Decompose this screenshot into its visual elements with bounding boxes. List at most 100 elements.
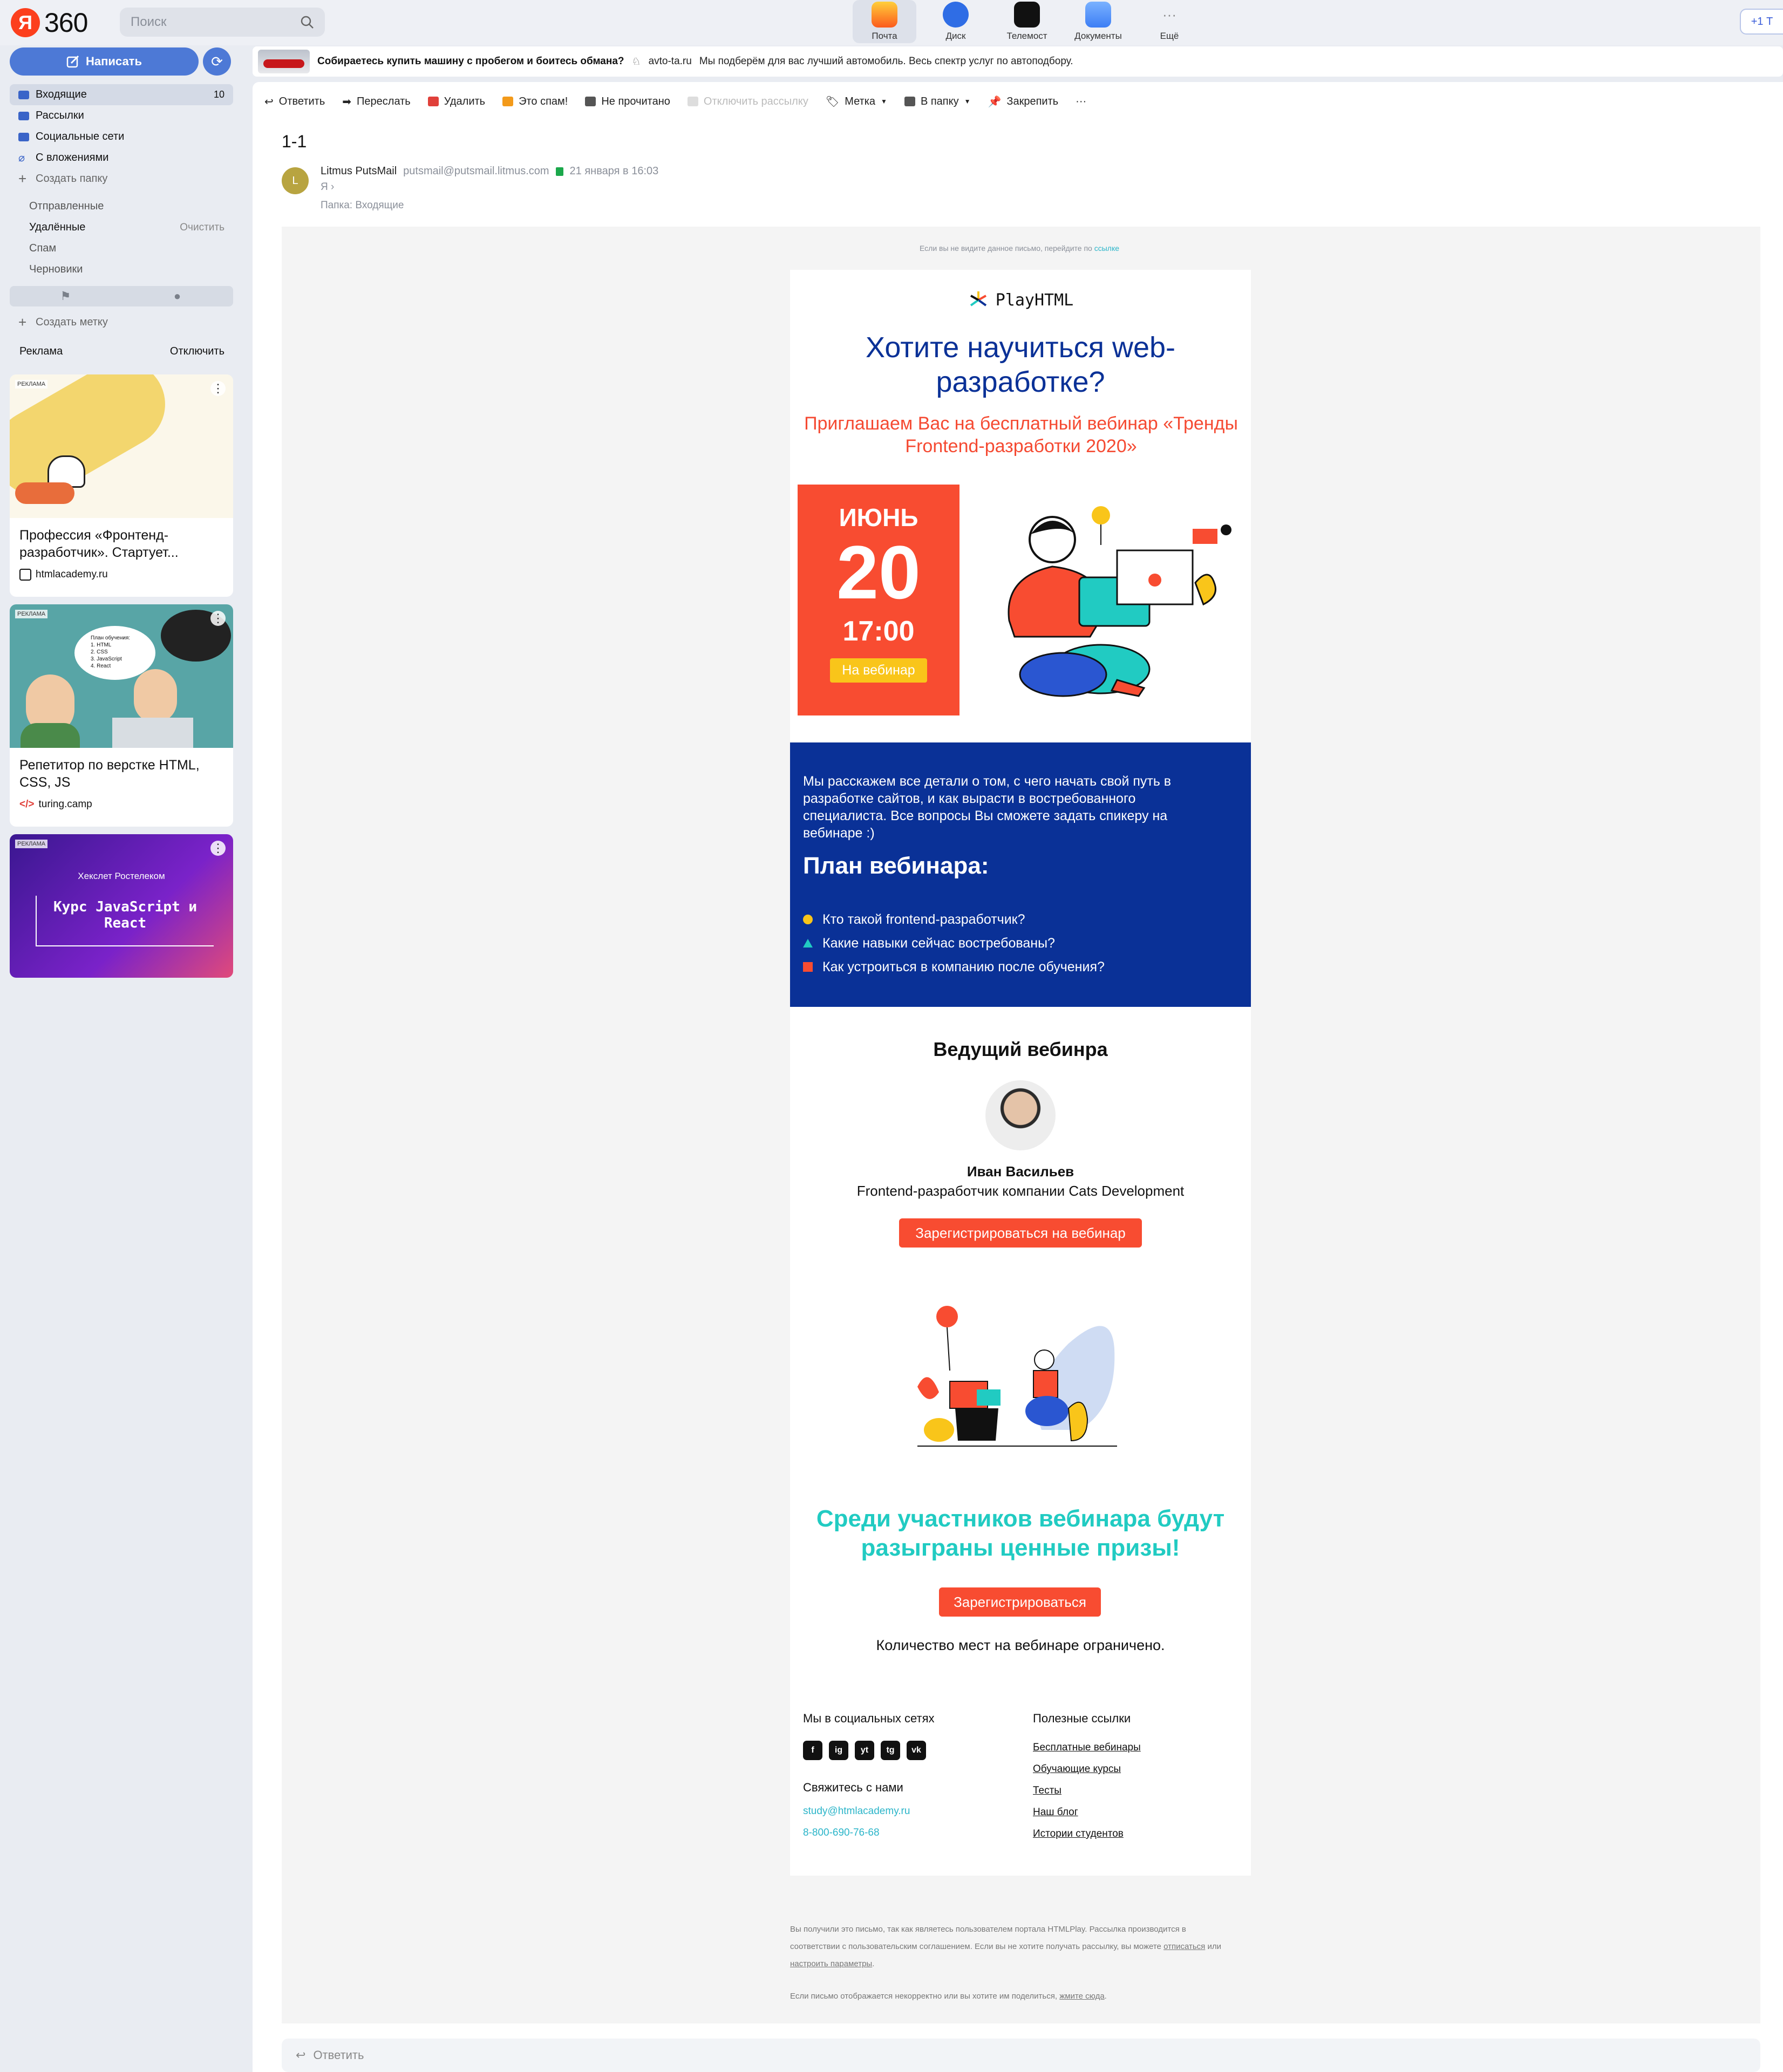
ad-card-htmlacademy[interactable]: РЕКЛАМА ⋮ Профессия «Фронтенд-разработчи… [10, 374, 233, 597]
ad-plan-title: План обучения: [91, 635, 131, 641]
compose-button[interactable]: Написать [10, 47, 199, 76]
flag-label-button[interactable]: ⚑ [10, 286, 121, 306]
sender-email[interactable]: putsmail@putsmail.litmus.com [403, 165, 549, 178]
social-icons: f ig yt tg vk [803, 1741, 926, 1760]
toolbar-label: Закрепить [1006, 95, 1059, 107]
service-disk[interactable]: Диск [924, 0, 988, 43]
unsubscribe-button[interactable]: Отключить рассылку [687, 96, 808, 108]
refresh-button[interactable]: ⟳ [203, 47, 231, 76]
folder-inbox[interactable]: Входящие 10 [10, 84, 233, 105]
toolbar-label: Метка [845, 95, 876, 107]
unread-label-button[interactable]: ● [121, 286, 233, 306]
folder-newsletters[interactable]: Рассылки [10, 105, 233, 126]
link-student-stories[interactable]: Истории студентов [1033, 1828, 1141, 1850]
folder-label: С вложениями [36, 152, 109, 163]
ads-header: Реклама Отключить [19, 345, 224, 358]
create-label-button[interactable]: + Создать метку [10, 312, 233, 333]
instagram-icon[interactable]: ig [829, 1741, 848, 1760]
clear-trash-button[interactable]: Очистить [180, 222, 224, 234]
service-telemost[interactable]: Телемост [995, 0, 1059, 43]
delete-button[interactable]: Удалить [427, 96, 485, 108]
plan-item: Как устроиться в компанию после обучения… [803, 955, 1105, 979]
top-ad-banner[interactable]: Собираетесь купить машину с пробегом и б… [253, 46, 1783, 77]
link-free-webinars[interactable]: Бесплатные вебинары [1033, 1742, 1141, 1763]
sender-avatar[interactable]: L [282, 167, 309, 194]
label-button[interactable]: 🏷 Метка ▼ [826, 95, 887, 108]
share-link[interactable]: жмите сюда [1059, 1992, 1104, 2001]
folder-label: Отправленные [29, 200, 104, 212]
ad-menu-icon[interactable]: ⋮ [210, 841, 226, 856]
link-tests[interactable]: Тесты [1033, 1785, 1141, 1807]
playhtml-brand: PlayHTML [790, 289, 1251, 311]
folder-sent[interactable]: Отправленные [10, 196, 233, 217]
forward-button[interactable]: ➡ Переслать [342, 95, 410, 108]
chevron-right-icon: › [331, 181, 335, 193]
quick-reply-bar[interactable]: ↩ Ответить [282, 2039, 1760, 2072]
ad-plan-item: 1. HTML [91, 642, 112, 648]
sender-name[interactable]: Litmus PutsMail [321, 165, 397, 178]
ad-menu-icon[interactable]: ⋮ [210, 611, 226, 626]
inbox-icon [18, 90, 29, 99]
reply-button[interactable]: ↩ Ответить [264, 95, 325, 108]
reply-icon: ↩ [264, 96, 274, 108]
vk-icon[interactable]: vk [907, 1741, 926, 1760]
move-to-folder-button[interactable]: В папку ▼ [904, 96, 970, 108]
service-documents[interactable]: Документы [1066, 0, 1130, 43]
spam-button[interactable]: Это спам! [502, 96, 568, 108]
folder-drafts[interactable]: Черновики [10, 259, 233, 280]
telegram-icon[interactable]: tg [881, 1741, 900, 1760]
service-more[interactable]: ··· Ещё [1138, 0, 1201, 43]
ad-headline: Курс JavaScript и React [36, 896, 214, 946]
contact-phone[interactable]: 8-800-690-76-68 [803, 1827, 880, 1839]
folder-spam[interactable]: Спам [10, 238, 233, 259]
mark-unread-button[interactable]: Не прочитано [585, 96, 670, 108]
contact-title: Свяжитесь с нами [803, 1781, 903, 1794]
more-dots-icon: ··· [1162, 6, 1176, 23]
toolbar-label: Не прочитано [601, 95, 670, 107]
ads-label: Реклама [19, 345, 63, 357]
speaker-title: Ведущий вебинра [933, 1038, 1108, 1060]
plus-button[interactable]: +1 Т [1740, 9, 1783, 35]
settings-link[interactable]: настроить параметры [790, 1959, 872, 1968]
register-webinar-button[interactable]: Зарегистрироваться на вебинар [899, 1218, 1142, 1248]
social-icon [18, 132, 29, 141]
more-actions-button[interactable]: ··· [1076, 96, 1086, 108]
contact-email[interactable]: study@htmlacademy.ru [803, 1805, 910, 1817]
ad-card-turing[interactable]: План обучения: 1. HTML 2. CSS 3. JavaScr… [10, 604, 233, 827]
search-icon[interactable] [300, 15, 314, 29]
ad-card-hexlet[interactable]: РЕКЛАМА ⋮ Хекслет Ростелеком Курс JavaSc… [10, 834, 233, 978]
links-title: Полезные ссылки [1033, 1712, 1131, 1725]
create-folder-button[interactable]: + Создать папку [10, 168, 233, 189]
ad-menu-icon[interactable]: ⋮ [210, 381, 226, 396]
unsubscribe-link[interactable]: отписаться [1163, 1942, 1205, 1951]
folder-attachments[interactable]: ⌀ С вложениями [10, 147, 233, 168]
toolbar-label: Это спам! [519, 95, 568, 107]
folder-label: Социальные сети [36, 131, 125, 142]
search-input[interactable]: Поиск [120, 8, 325, 37]
preheader-link[interactable]: ссылке [1094, 244, 1119, 253]
to-webinar-button[interactable]: На вебинар [830, 658, 927, 683]
ad-plan-item: 4. React [91, 663, 111, 669]
email-subheadline: Приглашаем Вас на бесплатный вебинар «Тр… [804, 413, 1238, 456]
ad-brands: Хекслет Ростелеком [78, 871, 165, 881]
tag-icon: 🏷 [825, 96, 840, 108]
link-blog[interactable]: Наш блог [1033, 1807, 1141, 1828]
yandex-360-logo[interactable]: Я 360 [11, 8, 88, 38]
ad-title: Профессия «Фронтенд-разработчик». Старту… [19, 528, 179, 560]
service-mail[interactable]: Почта [853, 0, 916, 43]
red-square-icon [803, 962, 813, 972]
chevron-down-icon: ▼ [881, 98, 887, 105]
register-button[interactable]: Зарегистрироваться [939, 1587, 1101, 1617]
disable-ads-link[interactable]: Отключить [170, 345, 224, 358]
link-courses[interactable]: Обучающие курсы [1033, 1763, 1141, 1785]
folder-trash[interactable]: Удалённые Очистить [10, 217, 233, 238]
facebook-icon[interactable]: f [803, 1741, 822, 1760]
spam-icon [502, 97, 514, 106]
more-dots-icon: ··· [1076, 95, 1087, 107]
plan-item-text: Как устроиться в компанию после обучения… [822, 959, 1105, 974]
youtube-icon[interactable]: yt [855, 1741, 874, 1760]
recipient-line[interactable]: Я › [321, 181, 334, 193]
pin-button[interactable]: 📌 Закрепить [988, 95, 1058, 108]
ad-source: htmlacademy.ru [10, 569, 233, 581]
folder-social[interactable]: Социальные сети [10, 126, 233, 147]
